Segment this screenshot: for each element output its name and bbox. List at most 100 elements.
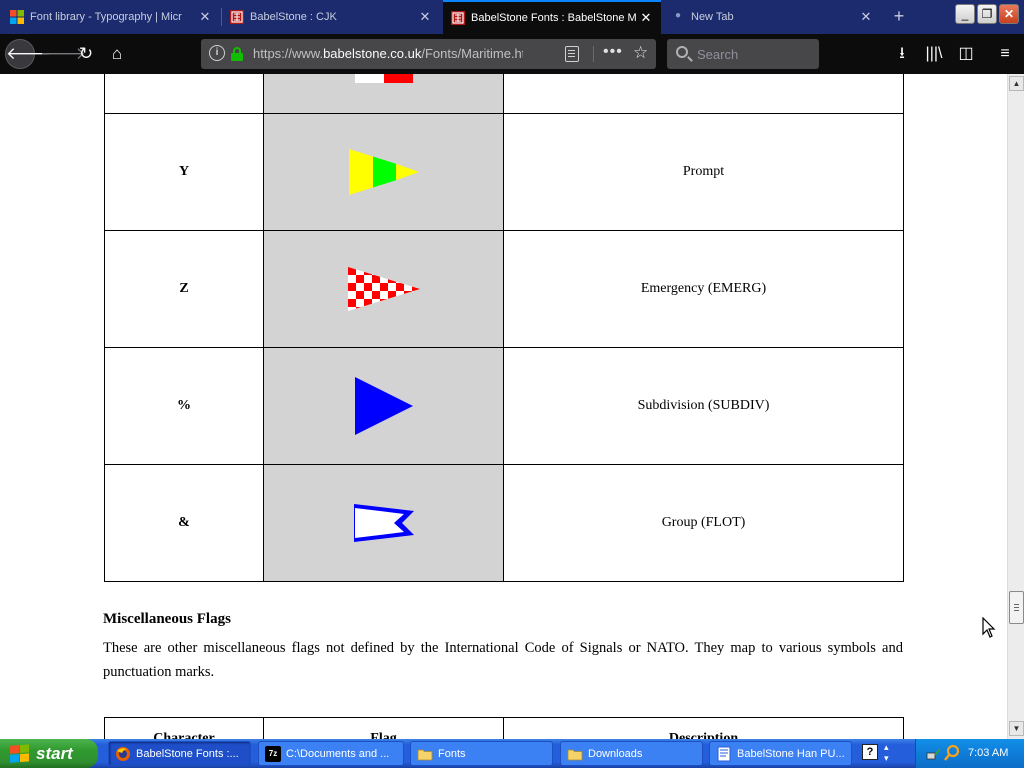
taskbar-item-7zip[interactable]: 7z C:\Documents and ...	[258, 741, 404, 766]
back-arrow-icon[interactable]: 🡐	[5, 39, 52, 69]
help-icon[interactable]: ?	[862, 744, 878, 760]
taskbar-item-label: Downloads	[588, 747, 643, 760]
firefox-icon	[116, 746, 130, 761]
tab-new-tab[interactable]: ● New Tab ✕	[663, 2, 881, 32]
misc-flags-table: Character Flag Description	[104, 717, 904, 739]
search-input[interactable]: Search	[667, 39, 819, 69]
bookmark-star-icon[interactable]: ☆	[633, 43, 648, 63]
column-header: Character	[104, 717, 264, 739]
scroll-up-arrow-icon[interactable]: ▲	[1009, 76, 1024, 91]
clock[interactable]: 7:03 AM	[968, 747, 1008, 759]
menu-icon[interactable]: ≡	[991, 40, 1019, 68]
table-row	[104, 74, 904, 114]
folder-icon	[417, 749, 433, 760]
character-cell: Y	[104, 113, 264, 231]
emergency-pennant-icon	[347, 267, 420, 311]
flag-x-partial-icon	[354, 74, 413, 83]
dot-icon: ●	[674, 10, 682, 21]
taskbar-item-label: Fonts	[438, 747, 466, 760]
lock-icon[interactable]	[231, 47, 243, 61]
taskbar-item-label: BabelStone Fonts :...	[136, 747, 239, 760]
table-header-row: Character Flag Description	[104, 717, 904, 739]
page-actions-icon[interactable]: •••	[603, 43, 623, 61]
forward-arrow-icon[interactable]: 🡒	[40, 40, 86, 68]
flag-cell	[263, 113, 504, 231]
search-icon	[676, 46, 688, 58]
taskbar: start BabelStone Fonts :... 7z C:\Docume…	[0, 739, 1024, 768]
taskbar-item-downloads[interactable]: Downloads	[560, 741, 703, 766]
search-placeholder: Search	[697, 47, 739, 62]
new-tab-plus-icon[interactable]: +	[888, 6, 910, 28]
tab-babelstone-cjk[interactable]: BabelStone : CJK ✕	[222, 2, 440, 32]
tab-title: New Tab	[691, 11, 734, 23]
reader-view-icon[interactable]	[565, 46, 579, 62]
description-cell	[503, 74, 904, 114]
scrollbar-thumb[interactable]	[1009, 591, 1024, 624]
prompt-pennant-icon	[348, 149, 419, 195]
description-cell: Emergency (EMERG)	[503, 230, 904, 348]
show-more-chevron-icon[interactable]: ▴ ▾	[884, 742, 889, 764]
flag-cell	[263, 74, 504, 114]
info-icon[interactable]: i	[209, 45, 225, 61]
downloads-icon[interactable]: ⭳	[888, 40, 916, 68]
close-tab-icon[interactable]: ✕	[418, 9, 432, 25]
7zip-icon: 7z	[265, 745, 281, 762]
character-cell: &	[104, 464, 264, 582]
flag-cell	[263, 347, 504, 465]
character-cell	[104, 74, 264, 114]
table-row: & Group (FLOT)	[104, 464, 904, 582]
section-heading: Miscellaneous Flags	[103, 611, 231, 627]
close-window-button[interactable]: ✕	[999, 4, 1019, 24]
mouse-cursor-icon	[982, 617, 996, 638]
flag-cell	[263, 230, 504, 348]
url-separator	[593, 46, 594, 62]
nav-toolbar: 🡐 🡒 ↻ ⌂ i https://www.babelstone.co.uk/F…	[0, 34, 1024, 74]
folder-icon	[567, 749, 583, 760]
subdivision-triangle-icon	[354, 377, 413, 435]
url-bar[interactable]: i https://www.babelstone.co.uk/Fonts/Mar…	[201, 39, 656, 69]
system-tray: 7:03 AM	[915, 739, 1024, 768]
taskbar-item-label: BabelStone Han PU...	[737, 747, 845, 760]
start-label: start	[36, 743, 73, 763]
minimize-button[interactable]: _	[955, 4, 975, 24]
character-cell: Z	[104, 230, 264, 348]
table-row: Z Emergency (EMERG)	[104, 230, 904, 348]
windows-logo-icon	[10, 743, 30, 763]
tab-strip: Font library - Typography | Micr ✕ Babel…	[0, 0, 1024, 34]
taskbar-item-fonts[interactable]: Fonts	[410, 741, 553, 766]
reload-icon[interactable]: ↻	[72, 40, 100, 68]
table-row: Y Prompt	[104, 113, 904, 231]
tab-title: Font library - Typography | Micr	[30, 11, 182, 23]
page-content: Y Prompt Z Emergency (EMERG) % Subdivisi…	[0, 74, 1007, 739]
babelstone-favicon-icon	[451, 11, 465, 25]
tab-font-library[interactable]: Font library - Typography | Micr ✕	[2, 2, 220, 32]
scroll-down-arrow-icon[interactable]: ▼	[1009, 721, 1024, 736]
flag-table: Y Prompt Z Emergency (EMERG) % Subdivisi…	[104, 74, 904, 582]
microsoft-logo-icon	[10, 10, 24, 24]
column-header: Description	[503, 717, 904, 739]
vertical-scrollbar[interactable]: ▲ ▼	[1007, 74, 1024, 739]
tab-title: BabelStone : CJK	[250, 11, 337, 23]
tab-title: BabelStone Fonts : BabelStone M	[471, 12, 637, 24]
search-tray-icon[interactable]	[944, 744, 960, 762]
column-header: Flag	[263, 717, 504, 739]
group-swallowtail-icon	[353, 504, 414, 542]
tab-babelstone-fonts[interactable]: BabelStone Fonts : BabelStone M ✕	[443, 0, 661, 34]
babelstone-favicon-icon	[230, 10, 244, 24]
restore-button[interactable]: ❐	[977, 4, 997, 24]
close-tab-icon[interactable]: ✕	[639, 10, 653, 26]
character-cell: %	[104, 347, 264, 465]
library-icon[interactable]: |||\	[920, 40, 948, 68]
start-button[interactable]: start	[0, 739, 98, 768]
network-icon[interactable]	[926, 745, 942, 761]
close-tab-icon[interactable]: ✕	[859, 9, 873, 25]
sidebar-icon[interactable]: ◫	[952, 40, 980, 68]
flag-cell	[263, 464, 504, 582]
description-cell: Subdivision (SUBDIV)	[503, 347, 904, 465]
taskbar-item-babelstone-han[interactable]: BabelStone Han PU...	[709, 741, 852, 766]
close-tab-icon[interactable]: ✕	[198, 9, 212, 25]
description-cell: Group (FLOT)	[503, 464, 904, 582]
url-text[interactable]: https://www.babelstone.co.uk/Fonts/Marit…	[253, 46, 523, 61]
home-icon[interactable]: ⌂	[103, 40, 131, 68]
taskbar-item-firefox[interactable]: BabelStone Fonts :...	[108, 741, 251, 766]
